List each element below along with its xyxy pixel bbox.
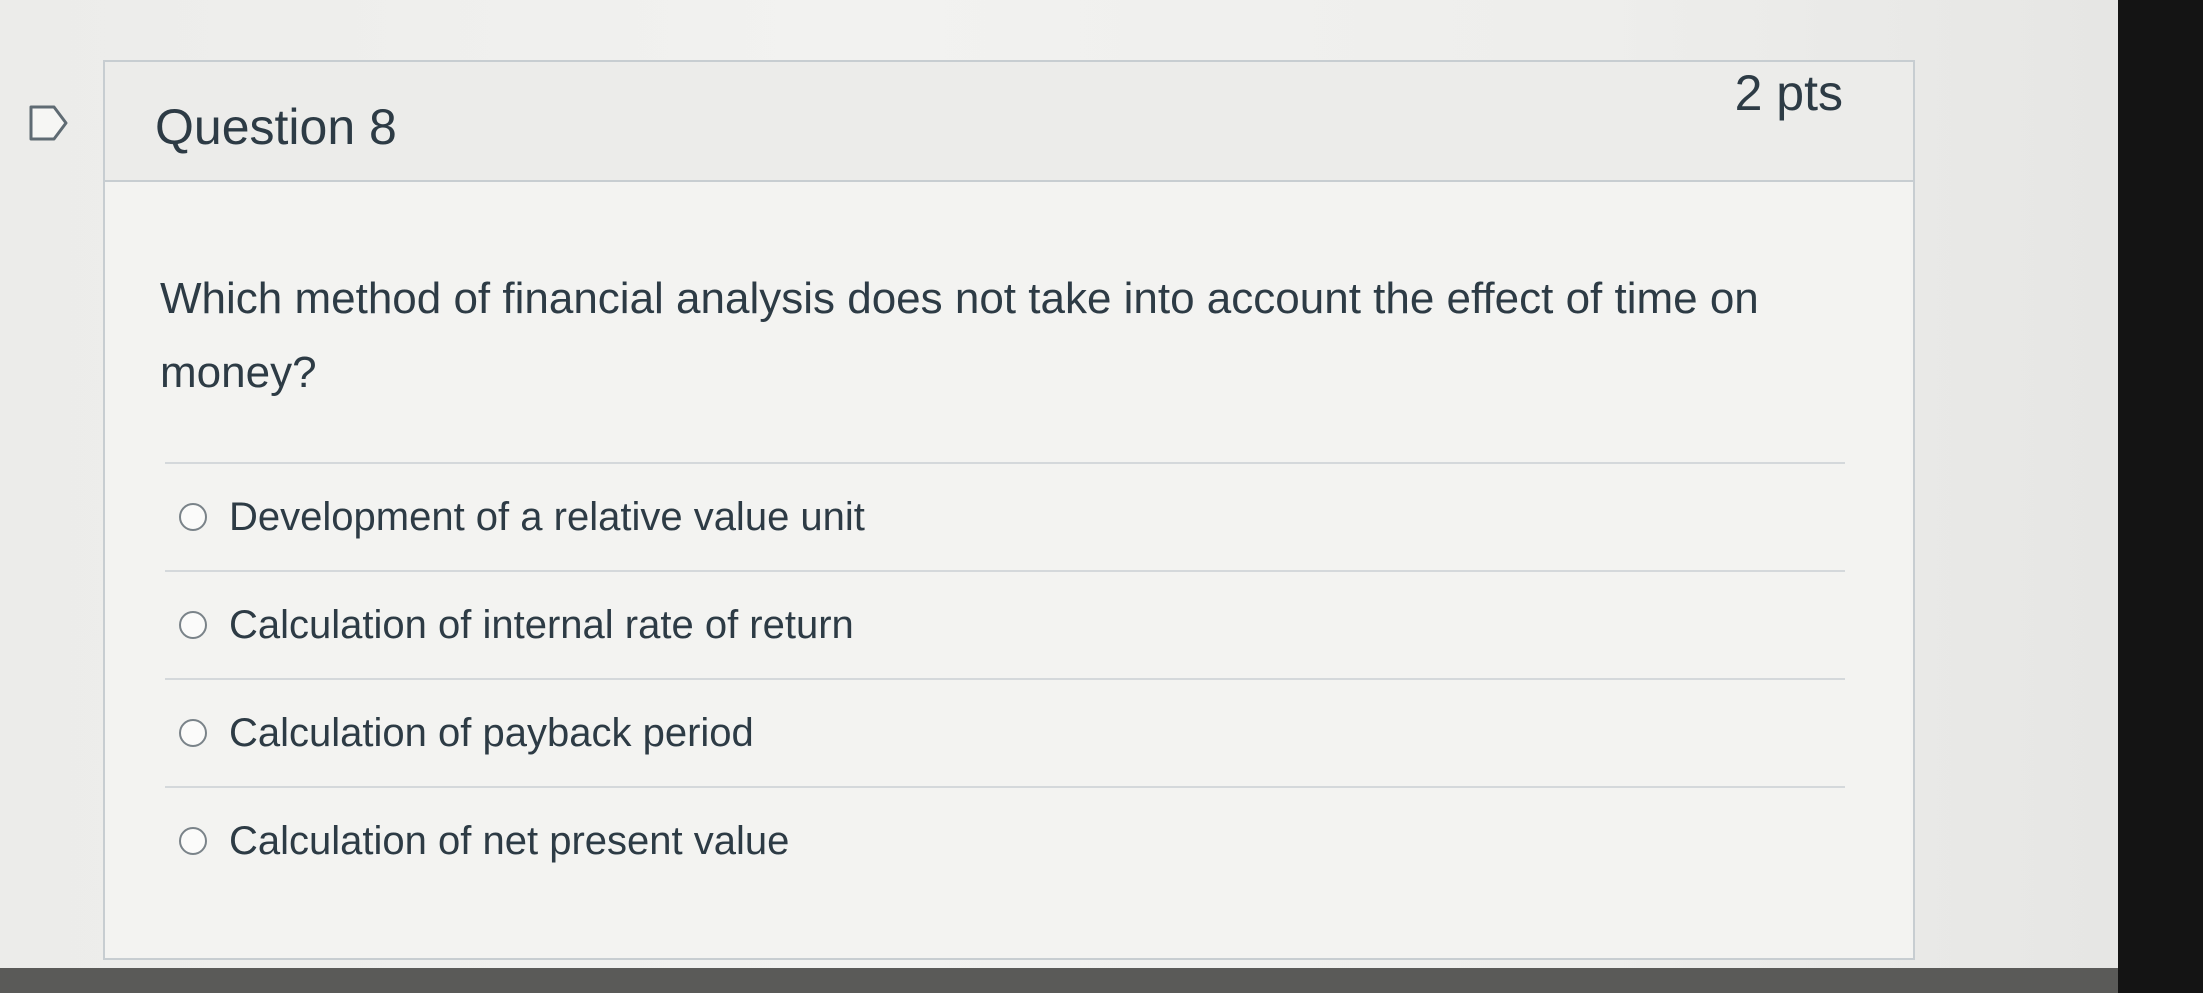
screen-bottom-edge: [0, 968, 2118, 993]
flag-question-icon[interactable]: [28, 104, 70, 142]
question-header: Question 8 2 pts: [105, 62, 1913, 182]
monitor-bezel: [2118, 0, 2203, 993]
radio-unselected-icon[interactable]: [179, 503, 207, 531]
radio-unselected-icon[interactable]: [179, 611, 207, 639]
question-card: Question 8 2 pts Which method of financi…: [103, 60, 1915, 960]
answer-list: Development of a relative value unit Cal…: [165, 462, 1845, 894]
answer-label[interactable]: Calculation of internal rate of return: [229, 603, 854, 648]
radio-unselected-icon[interactable]: [179, 827, 207, 855]
answer-option[interactable]: Development of a relative value unit: [165, 462, 1845, 570]
answer-option[interactable]: Calculation of payback period: [165, 678, 1845, 786]
answer-label[interactable]: Calculation of payback period: [229, 711, 754, 756]
answer-option[interactable]: Calculation of net present value: [165, 786, 1845, 894]
question-points: 2 pts: [1734, 65, 1843, 121]
answer-label[interactable]: Development of a relative value unit: [229, 495, 865, 540]
quiz-page: Question 8 2 pts Which method of financi…: [0, 0, 2118, 968]
answer-option[interactable]: Calculation of internal rate of return: [165, 570, 1845, 678]
answer-label[interactable]: Calculation of net present value: [229, 819, 789, 864]
question-title: Question 8: [155, 99, 397, 155]
question-text: Which method of financial analysis does …: [160, 274, 1759, 397]
radio-unselected-icon[interactable]: [179, 719, 207, 747]
